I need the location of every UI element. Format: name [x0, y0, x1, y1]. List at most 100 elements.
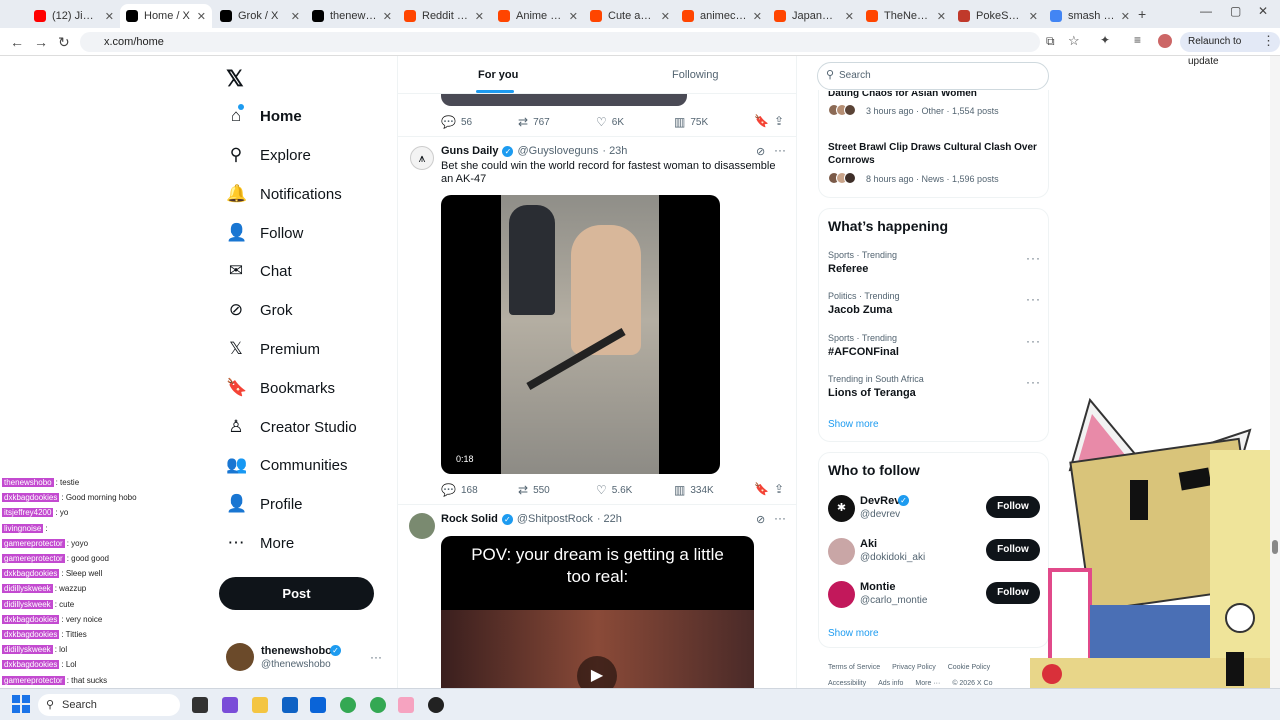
previous-post-media[interactable]: [441, 94, 687, 106]
browser-tab[interactable]: TheNewsHo ✕: [860, 4, 952, 28]
trend-title[interactable]: #AFCONFinal: [828, 346, 899, 358]
trend-more-icon[interactable]: ···: [1026, 292, 1041, 306]
edge-icon[interactable]: [282, 697, 298, 713]
extensions-icon[interactable]: ✦: [1100, 33, 1110, 47]
copilot-icon[interactable]: [222, 697, 238, 713]
share-icon[interactable]: ⇪: [774, 482, 784, 496]
follow-name[interactable]: Aki: [860, 538, 877, 550]
browser-tab[interactable]: PokeSmash ✕: [952, 4, 1044, 28]
trend-title[interactable]: Referee: [828, 263, 868, 275]
nav-item-communities[interactable]: 👥 Communities: [226, 450, 348, 480]
show-more-trends[interactable]: Show more: [828, 419, 879, 430]
trend-title[interactable]: Jacob Zuma: [828, 304, 892, 316]
file-explorer-icon[interactable]: [252, 697, 268, 713]
browser-tab[interactable]: Anime Girls ✕: [492, 4, 584, 28]
cookie-link[interactable]: Cookie Policy: [948, 664, 990, 671]
close-tab-icon[interactable]: ✕: [661, 10, 670, 23]
bookmark-star-icon[interactable]: ☆: [1068, 33, 1080, 49]
nav-item-creator-studio[interactable]: ♙ Creator Studio: [226, 412, 356, 442]
chrome-icon[interactable]: [370, 697, 386, 713]
close-tab-icon[interactable]: ✕: [383, 10, 392, 23]
grok-icon[interactable]: ⊘: [756, 513, 765, 526]
grok-icon[interactable]: ⊘: [756, 145, 765, 158]
news-title[interactable]: Street Brawl Clip Draws Cultural Clash O…: [828, 141, 1043, 167]
author-handle[interactable]: @ShitpostRock: [517, 513, 593, 525]
browser-tab[interactable]: Grok / X ✕: [214, 4, 306, 28]
browser-tab[interactable]: Cute anime ✕: [584, 4, 676, 28]
app-icon[interactable]: [398, 697, 414, 713]
like-count[interactable]: ♡ 5.6K: [596, 483, 632, 497]
reload-icon[interactable]: ↻: [58, 34, 70, 51]
task-view-icon[interactable]: [192, 697, 208, 713]
rock-solid-avatar[interactable]: [409, 513, 435, 539]
close-tab-icon[interactable]: ✕: [475, 10, 484, 23]
post-time[interactable]: · 22h: [597, 513, 622, 525]
aki-avatar[interactable]: [828, 538, 855, 565]
browser-tab[interactable]: thenewshobo ✕: [306, 4, 398, 28]
url-input[interactable]: x.com/home: [80, 32, 1040, 52]
trend-title[interactable]: Lions of Teranga: [828, 387, 916, 399]
nav-item-notifications[interactable]: 🔔 Notifications: [226, 179, 342, 209]
scrollbar[interactable]: [1270, 56, 1280, 688]
show-more-follow[interactable]: Show more: [828, 628, 879, 639]
more-link[interactable]: More ···: [915, 680, 940, 687]
close-tab-icon[interactable]: ✕: [845, 10, 854, 23]
search-box[interactable]: ⚲ Search: [817, 62, 1049, 90]
nav-item-premium[interactable]: 𝕏 Premium: [226, 334, 320, 364]
view-count[interactable]: ▥ 75K: [674, 115, 708, 129]
share-icon[interactable]: ⇪: [774, 114, 784, 128]
reading-list-icon[interactable]: ≡: [1134, 33, 1141, 47]
close-tab-icon[interactable]: ✕: [1121, 10, 1130, 23]
close-tab-icon[interactable]: ✕: [569, 10, 578, 23]
account-more-icon[interactable]: ···: [370, 650, 382, 664]
x-logo[interactable]: 𝕏: [226, 66, 244, 92]
view-count[interactable]: ▥ 334K: [674, 483, 714, 497]
nav-item-profile[interactable]: 👤 Profile: [226, 489, 303, 519]
start-icon[interactable]: [12, 695, 30, 713]
chrome-icon[interactable]: [340, 697, 356, 713]
accessibility-link[interactable]: Accessibility: [828, 680, 866, 687]
devrev-avatar[interactable]: ✱: [828, 495, 855, 522]
browser-tab[interactable]: Japanese Pe ✕: [768, 4, 860, 28]
obs-icon[interactable]: [428, 697, 444, 713]
browser-tab[interactable]: smash or pa ✕: [1044, 4, 1136, 28]
browser-tab[interactable]: animecatgirl ✕: [676, 4, 768, 28]
close-tab-icon[interactable]: ✕: [105, 10, 114, 23]
browser-tab[interactable]: Home / X ✕: [120, 4, 212, 28]
trend-more-icon[interactable]: ···: [1026, 375, 1041, 389]
install-icon[interactable]: ⧉: [1046, 34, 1055, 49]
taskbar-search-input[interactable]: ⚲ Search: [38, 694, 180, 716]
terms-link[interactable]: Terms of Service: [828, 664, 880, 671]
more-options-icon[interactable]: ···: [774, 143, 786, 157]
nav-item-grok[interactable]: ⊘ Grok: [226, 295, 293, 325]
trend-more-icon[interactable]: ···: [1026, 251, 1041, 265]
follow-name[interactable]: Montie: [860, 581, 895, 593]
maximize-button[interactable]: ▢: [1230, 4, 1241, 18]
author-name[interactable]: Rock Solid: [441, 513, 498, 525]
author-handle[interactable]: @Guysloveguns: [517, 145, 598, 157]
close-tab-icon[interactable]: ✕: [197, 10, 206, 23]
repost-count[interactable]: ⇄ 550: [518, 483, 550, 497]
repost-count[interactable]: ⇄ 767: [518, 115, 550, 129]
minimize-button[interactable]: —: [1200, 4, 1212, 18]
menu-icon[interactable]: ⋮: [1262, 33, 1275, 49]
search-input[interactable]: Search: [839, 70, 871, 81]
account-avatar[interactable]: [226, 643, 254, 671]
tab-for-you[interactable]: For you: [478, 69, 518, 81]
browser-tab[interactable]: (12) Jin-woo ✕: [28, 4, 120, 28]
tweet-video[interactable]: 0:18: [441, 195, 720, 474]
reply-count[interactable]: 💬 56: [441, 115, 472, 129]
privacy-link[interactable]: Privacy Policy: [892, 664, 936, 671]
reply-count[interactable]: 💬 168: [441, 483, 478, 497]
close-tab-icon[interactable]: ✕: [753, 10, 762, 23]
guns-daily-avatar[interactable]: ⩚: [410, 146, 434, 170]
tab-following[interactable]: Following: [672, 69, 718, 81]
browser-tab[interactable]: Reddit - The ✕: [398, 4, 490, 28]
scrollbar-thumb[interactable]: [1272, 540, 1278, 554]
new-tab-button[interactable]: +: [1138, 6, 1146, 22]
nav-item-bookmarks[interactable]: 🔖 Bookmarks: [226, 373, 335, 403]
close-tab-icon[interactable]: ✕: [937, 10, 946, 23]
bookmark-icon[interactable]: 🔖: [754, 114, 769, 128]
play-icon[interactable]: ▶: [577, 656, 617, 688]
forward-icon[interactable]: →: [34, 34, 48, 50]
